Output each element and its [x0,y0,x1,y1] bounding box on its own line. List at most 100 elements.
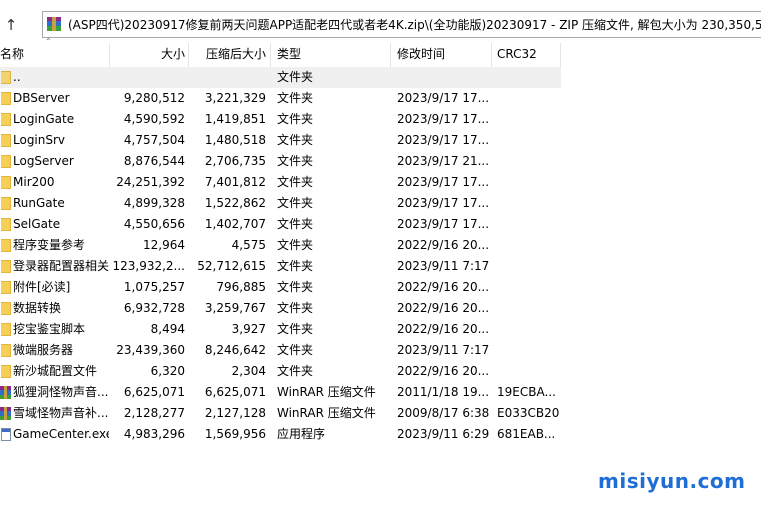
folder-icon [1,155,11,168]
row-type: 文件夹 [277,217,314,231]
folder-icon [1,134,11,147]
row-type: 文件夹 [277,322,314,336]
up-arrow-icon[interactable]: ↑ [2,16,20,34]
row-name: 附件[必读] [13,280,71,294]
row-packed-size: 1,480,518 [204,133,266,147]
row-type: 文件夹 [277,133,314,147]
folder-icon [1,92,11,105]
file-list: .. 文件夹 DBServer 9,280,512 3,221,329 文件夹 … [0,67,761,445]
row-packed-size [188,67,266,88]
row-modified: 2023/9/17 17... [397,217,489,231]
row-type: 文件夹 [277,70,314,84]
row-type: 文件夹 [277,364,314,378]
row-modified: 2023/9/17 17... [397,91,489,105]
table-row[interactable]: LoginSrv 4,757,504 1,480,518 文件夹 2023/9/… [0,130,561,151]
column-divider[interactable] [390,43,391,67]
row-type: 文件夹 [277,343,314,357]
table-row[interactable]: 挖宝鉴宝脚本 8,494 3,927 文件夹 2022/9/16 20... [0,319,561,340]
row-crc32 [497,340,559,361]
row-size: 8,494 [150,322,185,336]
folder-icon [1,218,11,231]
rar-archive-icon [0,407,11,420]
table-row[interactable]: GameCenter.exe 4,983,296 1,569,956 应用程序 … [0,424,561,445]
row-size: 8,876,544 [123,154,185,168]
row-packed-size: 1,569,956 [204,427,266,441]
column-modified[interactable]: 修改时间 [397,41,489,67]
column-divider[interactable] [270,43,271,67]
row-size: 4,983,296 [123,427,185,441]
row-packed-size: 796,885 [216,280,266,294]
folder-icon [1,239,11,252]
row-crc32 [497,298,559,319]
row-type: 文件夹 [277,301,314,315]
row-crc32 [497,256,559,277]
folder-icon [1,113,11,126]
row-crc32: 681EAB... [497,427,556,441]
row-size: 12,964 [143,238,185,252]
table-row[interactable]: LoginGate 4,590,592 1,419,851 文件夹 2023/9… [0,109,561,130]
row-modified: 2023/9/11 7:17 [397,259,489,273]
row-name: 雪域怪物声音补... [13,406,109,420]
row-name: 登录器配置器相关 [13,259,109,273]
row-packed-size: 2,304 [231,364,266,378]
column-type[interactable]: 类型 [277,41,387,67]
row-crc32: E033CB20 [497,406,559,420]
row-crc32 [497,88,559,109]
column-name[interactable]: 名称 [0,41,108,67]
row-type: 文件夹 [277,91,314,105]
row-modified: 2023/9/11 6:29 [397,427,489,441]
row-name: SelGate [13,217,61,231]
row-size: 4,550,656 [123,217,185,231]
table-row[interactable]: 雪域怪物声音补... 2,128,277 2,127,128 WinRAR 压缩… [0,403,561,424]
column-packed-size[interactable]: 压缩后大小 [188,41,266,67]
row-packed-size: 52,712,615 [197,259,266,273]
row-size: 6,320 [150,364,185,378]
row-packed-size: 1,419,851 [204,112,266,126]
address-path: (ASP四代)20230917修复前两天问题APP适配老四代或者老4K.zip\… [68,18,761,32]
watermark: misiyun.com [598,469,746,493]
row-crc32 [497,214,559,235]
table-row[interactable]: 微端服务器 23,439,360 8,246,642 文件夹 2023/9/11… [0,340,561,361]
row-modified: 2022/9/16 20... [397,238,489,252]
row-name: Mir200 [13,175,55,189]
table-row[interactable]: .. 文件夹 [0,67,561,88]
column-divider[interactable] [491,43,492,67]
column-size[interactable]: 大小 [110,41,185,67]
table-row[interactable]: 狐狸洞怪物声音... 6,625,071 6,625,071 WinRAR 压缩… [0,382,561,403]
row-modified: 2011/1/18 19... [397,385,489,399]
table-row[interactable]: 数据转换 6,932,728 3,259,767 文件夹 2022/9/16 2… [0,298,561,319]
table-row[interactable]: 登录器配置器相关 123,932,2... 52,712,615 文件夹 202… [0,256,561,277]
row-crc32 [497,67,559,88]
row-type: 文件夹 [277,238,314,252]
zip-archive-icon [47,17,61,31]
column-header: 名称 大小 压缩后大小 类型 修改时间 CRC32 [0,41,761,67]
address-field[interactable]: (ASP四代)20230917修复前两天问题APP适配老四代或者老4K.zip\… [42,11,761,38]
table-row[interactable]: SelGate 4,550,656 1,402,707 文件夹 2023/9/1… [0,214,561,235]
row-modified: 2023/9/17 17... [397,112,489,126]
row-name: GameCenter.exe [13,427,109,441]
table-row[interactable]: 附件[必读] 1,075,257 796,885 文件夹 2022/9/16 2… [0,277,561,298]
row-size: 9,280,512 [123,91,185,105]
table-row[interactable]: LogServer 8,876,544 2,706,735 文件夹 2023/9… [0,151,561,172]
row-crc32 [497,277,559,298]
row-name: LogServer [13,154,74,168]
row-crc32 [497,319,559,340]
row-crc32 [497,193,559,214]
row-type: 文件夹 [277,112,314,126]
row-crc32 [497,235,559,256]
row-size: 4,757,504 [123,133,185,147]
column-divider[interactable] [560,43,561,67]
column-crc32[interactable]: CRC32 [497,41,559,67]
row-packed-size: 3,927 [231,322,266,336]
table-row[interactable]: Mir200 24,251,392 7,401,812 文件夹 2023/9/1… [0,172,561,193]
folder-icon [1,197,11,210]
row-size: 24,251,392 [116,175,185,189]
table-row[interactable]: RunGate 4,899,328 1,522,862 文件夹 2023/9/1… [0,193,561,214]
table-row[interactable]: 新沙城配置文件 6,320 2,304 文件夹 2022/9/16 20... [0,361,561,382]
row-name: DBServer [13,91,70,105]
table-row[interactable]: DBServer 9,280,512 3,221,329 文件夹 2023/9/… [0,88,561,109]
row-type: 文件夹 [277,154,314,168]
row-packed-size: 2,706,735 [204,154,266,168]
folder-icon [1,365,11,378]
table-row[interactable]: 程序变量参考 12,964 4,575 文件夹 2022/9/16 20... [0,235,561,256]
